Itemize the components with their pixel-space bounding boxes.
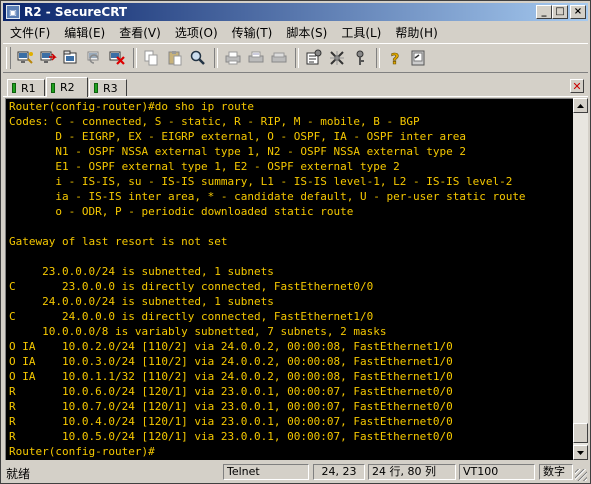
terminal-line: R 10.0.7.0/24 [120/1] via 23.0.0.1, 00:0… xyxy=(9,400,453,413)
menu-options[interactable]: 选项(O) xyxy=(168,24,225,41)
menu-tools[interactable]: 工具(L) xyxy=(334,24,388,41)
paste-icon[interactable] xyxy=(164,47,186,69)
status-numlock: 数字 xyxy=(539,464,573,480)
terminal-line: C 23.0.0.0 is directly connected, FastEt… xyxy=(9,280,374,293)
menu-script[interactable]: 脚本(S) xyxy=(279,24,334,41)
terminal-line: i - IS-IS, su - IS-IS summary, L1 - IS-I… xyxy=(9,175,513,188)
print-icon[interactable] xyxy=(222,47,244,69)
status-ready-text: 就绪 xyxy=(6,467,31,481)
keyboard-icon[interactable] xyxy=(407,47,429,69)
reconnect-icon[interactable] xyxy=(83,47,105,69)
connect-icon[interactable] xyxy=(14,47,36,69)
status-cursor-position: 24, 23 xyxy=(313,464,365,480)
terminal-line: O IA 10.0.3.0/24 [110/2] via 24.0.0.2, 0… xyxy=(9,355,453,368)
title-bar[interactable]: ▣ R2 - SecureCRT _ □ × xyxy=(3,3,588,21)
tab-r3[interactable]: R3 xyxy=(89,79,127,96)
terminal-line: o - ODR, P - periodic downloaded static … xyxy=(9,205,354,218)
connect-in-tab-icon[interactable] xyxy=(60,47,82,69)
terminal-line: ia - IS-IS inter area, * - candidate def… xyxy=(9,190,526,203)
print-setup-icon[interactable] xyxy=(268,47,290,69)
toolbar-separator xyxy=(133,48,137,68)
status-emulation: VT100 xyxy=(459,464,535,480)
tab-baseline xyxy=(3,96,588,97)
toolbar-separator xyxy=(214,48,218,68)
terminal-line: Router(config-router)#do sho ip route xyxy=(9,100,255,113)
global-options-icon[interactable] xyxy=(326,47,348,69)
terminal-output: Router(config-router)#do sho ip route Cod… xyxy=(9,99,526,459)
tab-r1[interactable]: R1 xyxy=(7,79,45,96)
find-icon[interactable] xyxy=(187,47,209,69)
quick-connect-icon[interactable] xyxy=(37,47,59,69)
disconnect-icon[interactable] xyxy=(106,47,128,69)
help-icon[interactable]: ? xyxy=(384,47,406,69)
terminal-line: 23.0.0.0/24 is subnetted, 1 subnets xyxy=(9,265,274,278)
terminal-line: 24.0.0.0/24 is subnetted, 1 subnets xyxy=(9,295,274,308)
menu-bar: 文件(F) 编辑(E) 查看(V) 选项(O) 传输(T) 脚本(S) 工具(L… xyxy=(3,23,588,41)
connection-status-led xyxy=(51,82,55,93)
session-tabs: R1 R2 R3 ✕ xyxy=(3,75,588,97)
menu-help[interactable]: 帮助(H) xyxy=(388,24,444,41)
maximize-button[interactable]: □ xyxy=(552,5,568,19)
keymap-icon[interactable] xyxy=(349,47,371,69)
print-selection-icon[interactable] xyxy=(245,47,267,69)
scroll-down-button[interactable] xyxy=(573,445,588,460)
menu-transfer[interactable]: 传输(T) xyxy=(225,24,280,41)
status-bar: 就绪 Telnet 24, 23 24 行, 80 列 VT100 数字 xyxy=(3,462,588,482)
connection-status-led xyxy=(94,83,98,93)
terminal-line: E1 - OSPF external type 1, E2 - OSPF ext… xyxy=(9,160,400,173)
terminal-line: R 10.0.4.0/24 [120/1] via 23.0.0.1, 00:0… xyxy=(9,415,453,428)
terminal-line: N1 - OSPF NSSA external type 1, N2 - OSP… xyxy=(9,145,466,158)
terminal-line: Codes: C - connected, S - static, R - RI… xyxy=(9,115,420,128)
menu-file[interactable]: 文件(F) xyxy=(3,24,57,41)
terminal-line: O IA 10.0.2.0/24 [110/2] via 24.0.0.2, 0… xyxy=(9,340,453,353)
session-options-icon[interactable] xyxy=(303,47,325,69)
copy-icon[interactable] xyxy=(141,47,163,69)
terminal-line: R 10.0.5.0/24 [120/1] via 23.0.0.1, 00:0… xyxy=(9,430,453,443)
resize-grip[interactable] xyxy=(575,469,587,481)
close-tab-button[interactable]: ✕ xyxy=(570,79,584,93)
connection-status-led xyxy=(12,83,16,93)
menu-view[interactable]: 查看(V) xyxy=(112,24,168,41)
terminal-line: 10.0.0.0/8 is variably subnetted, 7 subn… xyxy=(9,325,387,338)
terminal-line: R 10.0.6.0/24 [120/1] via 23.0.0.1, 00:0… xyxy=(9,385,453,398)
tab-label: R2 xyxy=(60,81,75,94)
window-title: R2 - SecureCRT xyxy=(24,5,128,19)
terminal-line: C 24.0.0.0 is directly connected, FastEt… xyxy=(9,310,374,323)
terminal-line: D - EIGRP, EX - EIGRP external, O - OSPF… xyxy=(9,130,466,143)
minimize-button[interactable]: _ xyxy=(536,5,552,19)
toolbar: ? xyxy=(3,43,588,73)
svg-text:?: ? xyxy=(391,50,400,67)
securecrt-window: ▣ R2 - SecureCRT _ □ × 文件(F) 编辑(E) 查看(V)… xyxy=(0,0,591,484)
close-window-button[interactable]: × xyxy=(570,5,586,19)
status-protocol: Telnet xyxy=(223,464,309,480)
scrollbar-thumb[interactable] xyxy=(573,423,588,443)
terminal-line: Gateway of last resort is not set xyxy=(9,235,228,248)
scroll-up-button[interactable] xyxy=(573,98,588,113)
tab-label: R3 xyxy=(103,81,118,95)
tab-r2[interactable]: R2 xyxy=(46,77,88,97)
toolbar-separator xyxy=(376,48,380,68)
status-terminal-size: 24 行, 80 列 xyxy=(368,464,456,480)
toolbar-separator xyxy=(295,48,299,68)
terminal-line: O IA 10.0.1.1/32 [110/2] via 24.0.0.2, 0… xyxy=(9,370,453,383)
terminal-scrollbar[interactable] xyxy=(573,98,588,460)
securecrt-app-icon[interactable]: ▣ xyxy=(6,5,20,19)
terminal-line: Router(config-router)# xyxy=(9,445,155,458)
toolbar-grip[interactable] xyxy=(6,47,11,69)
tab-label: R1 xyxy=(21,81,36,95)
terminal-screen[interactable]: Router(config-router)#do sho ip route Cod… xyxy=(5,98,573,460)
menu-edit[interactable]: 编辑(E) xyxy=(57,24,112,41)
